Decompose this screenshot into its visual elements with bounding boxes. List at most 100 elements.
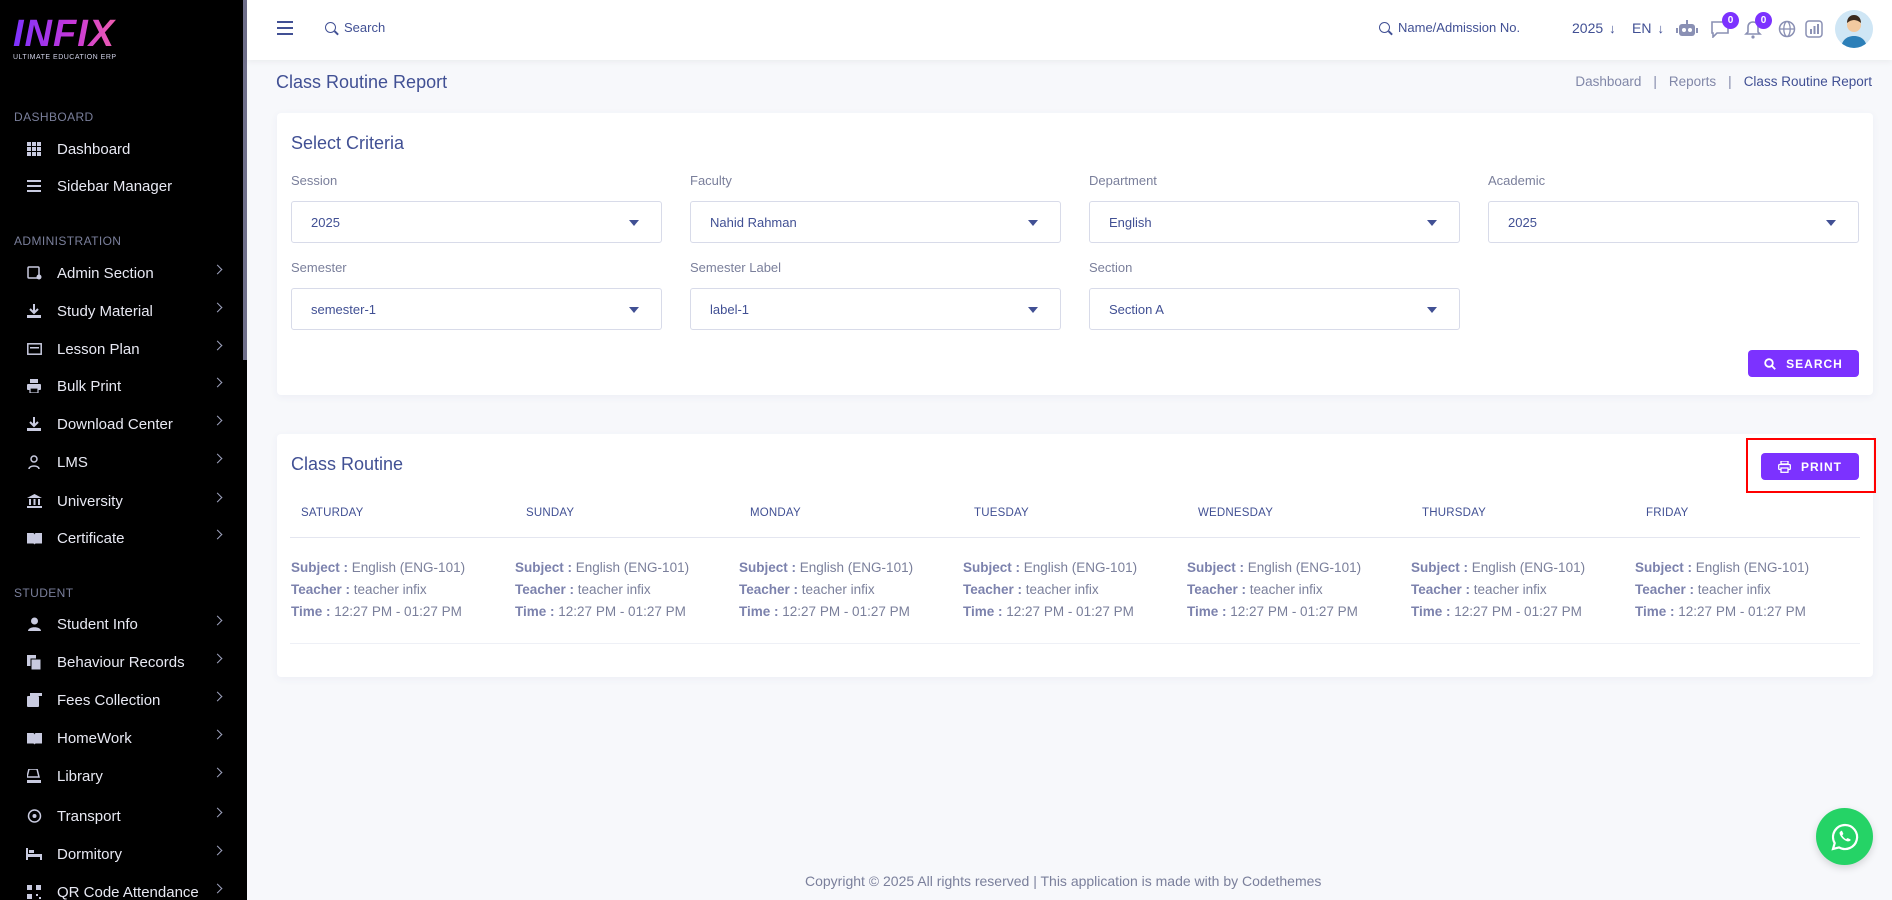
teacher-value: teacher infix [353,582,427,597]
name-admission-search[interactable]: Name/Admission No. [1379,20,1520,35]
stats-icon[interactable] [1803,18,1825,40]
sidebar-item-study-material[interactable]: Study Material [0,295,243,327]
breadcrumb-dashboard[interactable]: Dashboard [1575,74,1641,89]
sidebar-item-student-info[interactable]: Student Info [0,608,243,640]
subject-label: Subject : [515,560,573,575]
session-select[interactable]: 2025 [291,201,662,243]
semester-label: Semester [291,260,347,275]
chevron-right-icon [212,883,223,894]
sidebar-item-homework[interactable]: HomeWork [0,722,243,754]
subject-label: Subject : [739,560,797,575]
sidebar-item-label: Download Center [57,415,173,433]
teacher-value: teacher infix [1249,582,1323,597]
sidebar-item-download-center[interactable]: Download Center [0,408,243,440]
language-selector[interactable]: EN ↓ [1632,20,1664,36]
sidebar-item-label: Fees Collection [57,691,161,709]
sidebar-item-label: QR Code Attendance [57,883,199,900]
whatsapp-button[interactable] [1816,808,1873,865]
time-value: 12:27 PM - 01:27 PM [1678,604,1806,619]
fees-icon [26,692,42,708]
subject-value: English (ENG-101) [1471,560,1586,575]
breadcrumb-reports[interactable]: Reports [1669,74,1716,89]
sidebar-item-behaviour-records[interactable]: Behaviour Records [0,646,243,678]
semester-label-select[interactable]: label-1 [690,288,1061,330]
search-button[interactable]: SEARCH [1748,350,1859,377]
qr-icon [26,884,42,900]
page-title: Class Routine Report [276,72,448,92]
teacher-label: Teacher : [1635,582,1695,597]
sidebar-item-dormitory[interactable]: Dormitory [0,838,243,870]
subject-value: English (ENG-101) [1023,560,1138,575]
teacher-label: Teacher : [739,582,799,597]
semester-select[interactable]: semester-1 [291,288,662,330]
faculty-select[interactable]: Nahid Rahman [690,201,1061,243]
sidebar-item-fees-collection[interactable]: Fees Collection [0,684,243,716]
caret-down-icon [1826,220,1836,226]
chevron-right-icon [212,415,223,426]
sidebar-item-library[interactable]: Library [0,760,243,792]
robot-icon[interactable] [1676,18,1698,40]
sidebar-item-label: Study Material [57,302,153,320]
sidebar-item-label: Lesson Plan [57,340,140,358]
sidebar-item-bulk-print[interactable]: Bulk Print [0,370,243,402]
teacher-label: Teacher : [515,582,575,597]
section-title-dashboard: DASHBOARD [14,110,94,124]
sidebar-item-sidebar-manager[interactable]: Sidebar Manager [0,170,243,202]
time-label: Time : [739,604,779,619]
brand-logo[interactable]: INFIX ULTIMATE EDUCATION ERP [13,14,133,64]
sidebar-item-dashboard[interactable]: Dashboard [0,133,243,165]
time-value: 12:27 PM - 01:27 PM [1006,604,1134,619]
year-value: 2025 [1572,20,1604,36]
sidebar-item-label: Bulk Print [57,377,122,395]
files-icon [26,654,42,670]
sidebar: INFIX ULTIMATE EDUCATION ERP DASHBOARD D… [0,0,247,900]
caret-down-icon [1427,220,1437,226]
user-avatar[interactable] [1835,10,1873,48]
caret-down-icon [629,220,639,226]
breadcrumb-separator: | [1653,74,1657,89]
globe-icon[interactable] [1776,18,1798,40]
list-icon [26,178,42,194]
caret-down-icon [1427,307,1437,313]
search-icon [1379,22,1390,33]
board-icon [26,341,42,357]
footer-copyright: Copyright © 2025 All rights reserved | T… [805,873,1322,889]
sidebar-item-label: LMS [57,453,88,471]
year-selector[interactable]: 2025 ↓ [1572,20,1616,36]
section-select[interactable]: Section A [1089,288,1460,330]
sidebar-item-certificate[interactable]: Certificate [0,522,243,554]
time-label: Time : [1635,604,1675,619]
time-label: Time : [1411,604,1451,619]
subject-value: English (ENG-101) [799,560,914,575]
chat-icon[interactable]: 0 [1709,12,1739,40]
sidebar-item-transport[interactable]: Transport [0,800,243,832]
faculty-label: Faculty [690,173,732,188]
sidebar-item-qr-code-attendance[interactable]: QR Code Attendance [0,876,243,900]
teacher-value: teacher infix [1025,582,1099,597]
routine-cell-thursday: Subject : English (ENG-101) Teacher : te… [1411,557,1585,623]
section-value: Section A [1109,301,1164,317]
sidebar-item-lms[interactable]: LMS [0,446,243,478]
book-icon [26,730,42,746]
university-icon [26,493,42,509]
department-select[interactable]: English [1089,201,1460,243]
library-icon [26,768,42,784]
academic-value: 2025 [1508,214,1537,230]
teacher-label: Teacher : [1411,582,1471,597]
academic-select[interactable]: 2025 [1488,201,1859,243]
sidebar-item-university[interactable]: University [0,485,243,517]
grid-icon [26,141,42,157]
bell-icon[interactable]: 0 [1742,12,1772,40]
day-header-monday: MONDAY [750,507,801,519]
menu-toggle-icon[interactable] [277,21,293,35]
sidebar-item-admin-section[interactable]: Admin Section [0,257,243,289]
semester-value: semester-1 [311,301,377,317]
session-label: Session [291,173,338,188]
chevron-right-icon [212,453,223,464]
sidebar-item-lesson-plan[interactable]: Lesson Plan [0,333,243,365]
routine-cell-wednesday: Subject : English (ENG-101) Teacher : te… [1187,557,1361,623]
header-search[interactable]: Search [325,20,385,35]
time-value: 12:27 PM - 01:27 PM [558,604,686,619]
select-criteria-title: Select Criteria [291,133,405,153]
teacher-value: teacher infix [1697,582,1771,597]
